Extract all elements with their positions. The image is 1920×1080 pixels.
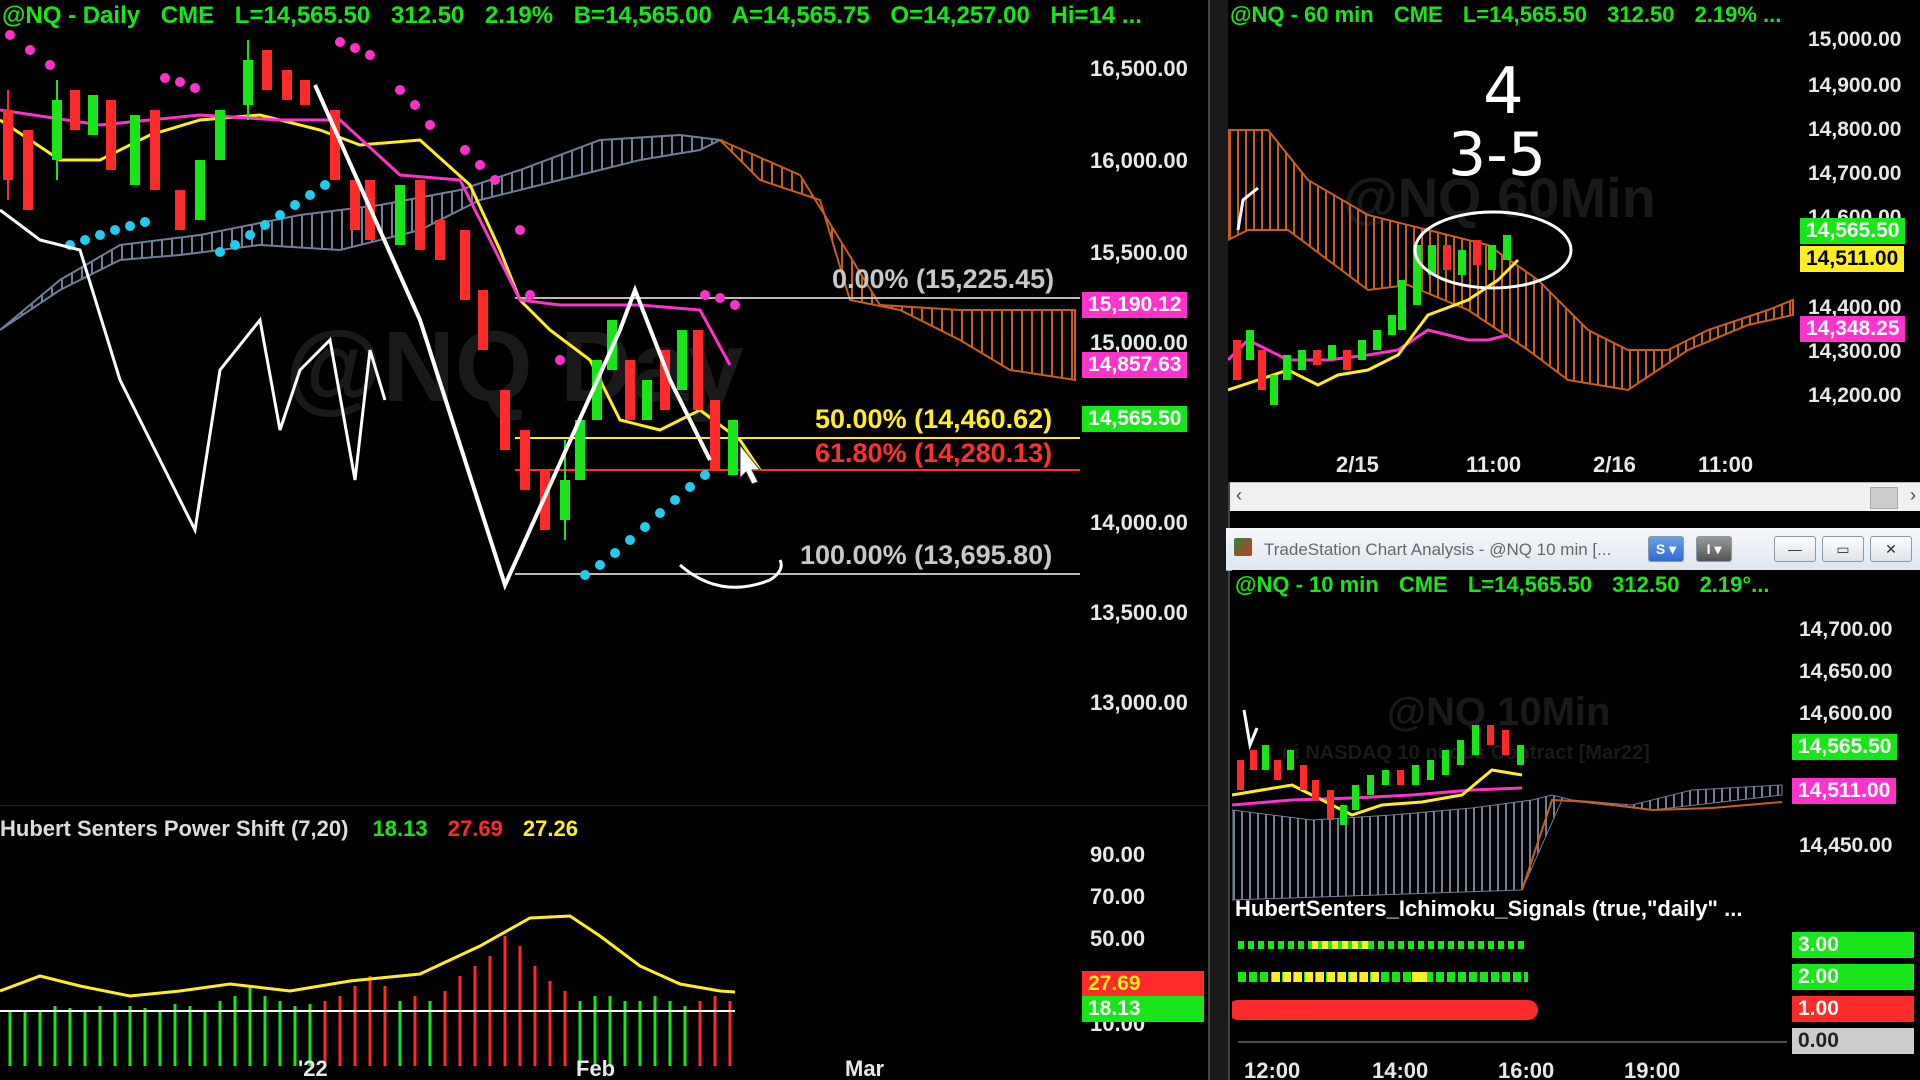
pct-change: 2.19% ... (1694, 2, 1782, 27)
drawn-swing-line (313, 84, 712, 591)
horizontal-scrollbar[interactable]: ‹ › (1230, 482, 1920, 511)
histogram-bars (8, 936, 732, 1066)
x-axis-label: 2/15 (1336, 452, 1379, 477)
price-axis-label: 14,200.00 (1808, 384, 1902, 407)
scroll-right-icon[interactable]: › (1910, 485, 1916, 506)
daily-chart-pane[interactable]: @NQ - Daily CME L=14,565.50 312.50 2.19%… (0, 0, 1208, 1080)
price-tag-magenta: 14,511.00 (1792, 778, 1897, 804)
window-titlebar[interactable]: TradeStation Chart Analysis - @NQ 10 min… (1226, 528, 1920, 571)
x-axis-label: 11:00 (1698, 452, 1754, 477)
net-change: 312.50 (1607, 2, 1675, 27)
net-change: 312.50 (1612, 572, 1680, 597)
price-axis-label: 14,600.00 (1799, 702, 1893, 725)
x-axis-label: 11:00 (1466, 452, 1522, 477)
price-axis-label: 14,700.00 (1799, 618, 1893, 641)
signals-pane[interactable]: HubertSenters_Ichimoku_Signals (true,"da… (1232, 890, 1920, 1080)
pct-change: 2.19°... (1699, 572, 1770, 597)
window-title: TradeStation Chart Analysis - @NQ 10 min… (1264, 540, 1612, 559)
maximize-button[interactable]: ▭ (1822, 536, 1864, 562)
price-axis-label: 16,500.00 (1090, 56, 1188, 81)
indicator-tag-red: 27.69 (1082, 971, 1204, 997)
x-axis-label: 16:00 (1498, 1058, 1555, 1080)
last-price: L=14,565.50 (1467, 572, 1593, 597)
price-axis-label: 14,000.00 (1090, 510, 1188, 535)
kijun-line (1232, 786, 1523, 807)
indicator-tag-green: 18.13 (1082, 996, 1204, 1022)
kijun-line (1228, 328, 1509, 362)
x-axis-label: 12:00 (1244, 1058, 1301, 1080)
price-axis-label: 14,700.00 (1808, 162, 1902, 185)
maximize-icon: ▭ (1836, 541, 1850, 557)
candlesticks (3, 40, 738, 540)
x-axis-label: '22 (298, 1056, 328, 1080)
minimize-button[interactable]: — (1774, 536, 1816, 562)
close-button[interactable]: ✕ (1870, 536, 1912, 562)
price-axis-label: 13,000.00 (1090, 690, 1188, 715)
price-axis-label: 14,900.00 (1808, 74, 1902, 97)
exchange-label: CME (1393, 2, 1443, 27)
last-price: L=14,565.50 (1462, 2, 1588, 27)
signal-tag-1: 1.00 (1792, 996, 1914, 1022)
ichimoku-cloud (1232, 784, 1783, 901)
drawn-oscillator-sketch (0, 208, 387, 535)
indicator-axis-label: 50.00 (1090, 926, 1146, 951)
symbol-label: @NQ - 10 min (1235, 572, 1379, 597)
price-axis-label: 14,450.00 (1799, 834, 1893, 857)
price-axis-label: 15,000.00 (1808, 28, 1902, 51)
x-axis-label: 14:00 (1372, 1058, 1429, 1080)
last-price-tag: 14,565.50 (1082, 406, 1188, 432)
price-axis-label: 13,500.00 (1090, 600, 1188, 625)
x-axis-label: Feb (576, 1056, 616, 1080)
price-axis-label: 14,800.00 (1808, 118, 1902, 141)
symbol-label: @NQ - 60 min (1230, 2, 1374, 27)
price-tag-magenta: 14,348.25 (1800, 316, 1906, 342)
symbol-link-label: S (1655, 541, 1666, 557)
ten-min-chart-pane[interactable]: @NQ - 10 min CME L=14,565.50 312.50 2.19… (1232, 570, 1920, 1080)
price-axis-label: 16,000.00 (1090, 148, 1188, 173)
price-axis-label: 15,500.00 (1090, 240, 1188, 265)
daily-price-plot[interactable] (0, 0, 1080, 800)
exchange-label: CME (1398, 572, 1448, 597)
app-icon (1234, 538, 1252, 556)
indicator-axis-label: 90.00 (1090, 842, 1146, 867)
signals-plot (1232, 941, 1787, 1043)
close-icon: ✕ (1885, 541, 1897, 557)
ten-chart-header: @NQ - 10 min CME L=14,565.50 312.50 2.19… (1235, 572, 1784, 598)
price-axis-label: 14,300.00 (1808, 340, 1902, 363)
symbol-link-button[interactable]: S ▾ (1648, 536, 1684, 562)
x-axis-label: Mar (845, 1056, 885, 1080)
wave-annotation-3-5: 3-5 (1448, 120, 1546, 190)
minimize-icon: — (1788, 541, 1802, 557)
cloud-edge-orange (1521, 798, 1783, 891)
price-tag-magenta: 14,857.63 (1082, 352, 1188, 378)
signal-line-yellow (0, 914, 736, 998)
x-axis-label: 2/16 (1593, 452, 1636, 477)
price-tag-magenta: 15,190.12 (1082, 292, 1188, 318)
fib-label-100: 100.00% (13,695.80) (800, 540, 1053, 570)
interval-link-label: I (1706, 541, 1711, 557)
fib-label-618: 61.80% (14,280.13) (815, 438, 1053, 468)
last-price-tag: 14,565.50 (1792, 734, 1898, 760)
scroll-thumb[interactable] (1870, 487, 1898, 509)
interval-link-button[interactable]: I ▾ (1696, 536, 1732, 562)
signal-tag-3: 3.00 (1792, 932, 1914, 958)
sixty-min-chart-pane[interactable]: @NQ - 60 min CME L=14,565.50 312.50 2.19… (1228, 0, 1920, 482)
last-price-tag: 14,565.50 (1800, 218, 1906, 244)
power-shift-pane[interactable]: Hubert Senters Power Shift (7,20) 18.13 … (0, 805, 1208, 1080)
signal-tag-0: 0.00 (1792, 1028, 1914, 1054)
wave-annotation-4: 4 (1483, 55, 1524, 129)
price-tag-yellow: 14,511.00 (1800, 246, 1905, 272)
drawn-sketch (1242, 709, 1259, 751)
ichimoku-cloud-bullish (719, 139, 1076, 382)
indicator-axis-label: 70.00 (1090, 884, 1146, 909)
fib-label-50: 50.00% (14,460.62) (815, 404, 1053, 434)
sixty-chart-header: @NQ - 60 min CME L=14,565.50 312.50 2.19… (1230, 2, 1795, 28)
x-axis-label: 19:00 (1624, 1058, 1681, 1080)
signal-tag-2: 2.00 (1792, 964, 1914, 990)
scroll-left-icon[interactable]: ‹ (1236, 485, 1242, 506)
price-axis-label: 14,650.00 (1799, 660, 1893, 683)
power-shift-plot (0, 914, 736, 1066)
signals-title: HubertSenters_Ichimoku_Signals (true,"da… (1235, 896, 1743, 921)
fib-label-0: 0.00% (15,225.45) (832, 264, 1055, 294)
